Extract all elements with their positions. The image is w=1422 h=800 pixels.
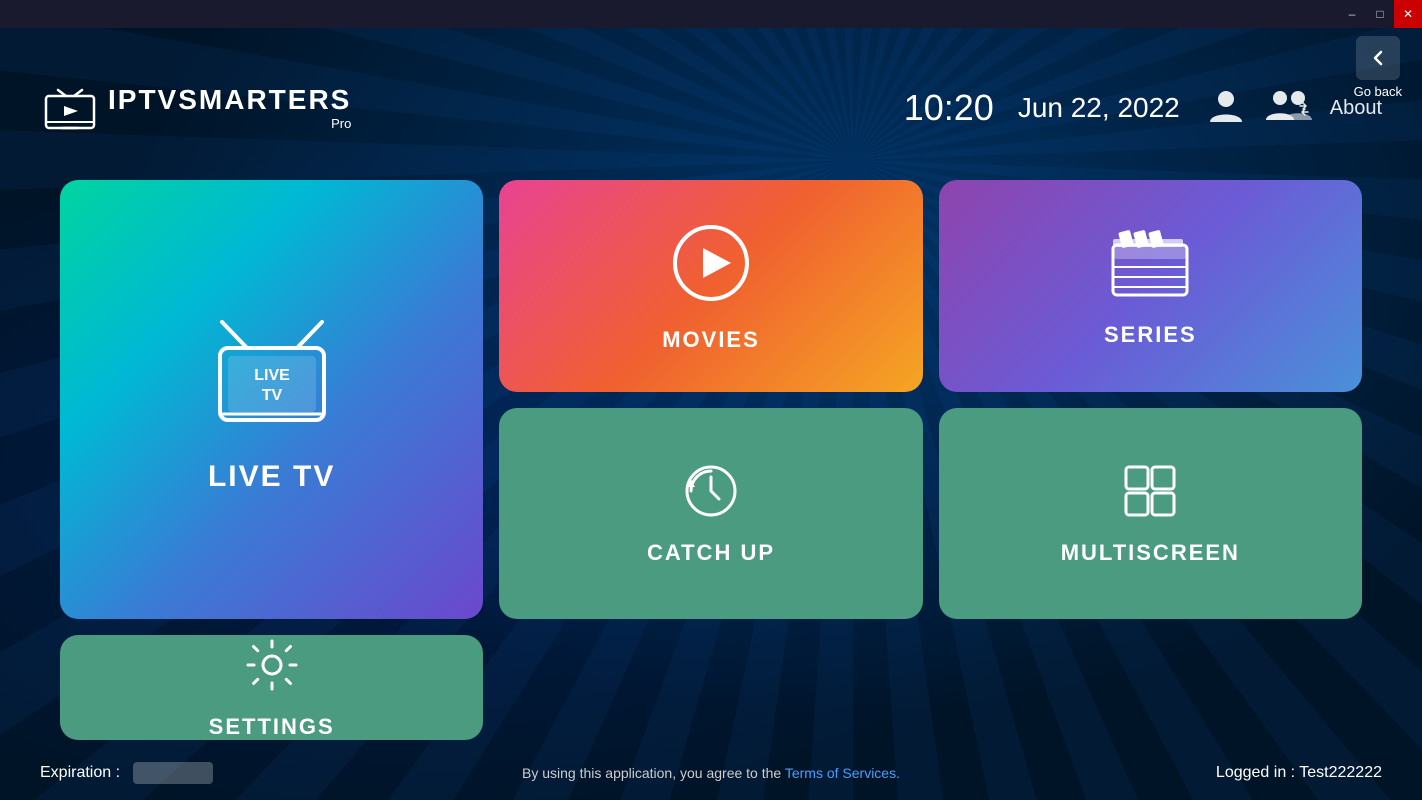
terms-text: By using this application, you agree to … <box>522 765 785 781</box>
movies-card[interactable]: MOVIES <box>499 180 922 392</box>
catch-up-label: CATCH UP <box>647 540 775 566</box>
minimize-button[interactable]: – <box>1338 0 1366 28</box>
expiration-label: Expiration : <box>40 764 120 781</box>
live-tv-label: LIVE TV <box>208 460 335 494</box>
movies-label: MOVIES <box>662 327 760 353</box>
about-button[interactable]: About <box>1330 97 1382 120</box>
settings-label: SETTINGS <box>209 714 335 740</box>
footer-terms: By using this application, you agree to … <box>522 765 900 781</box>
logo-iptv: IPTV <box>108 86 178 114</box>
catch-up-card[interactable]: CATCH UP <box>499 408 922 620</box>
logo-smarters: SMARTERS <box>178 86 351 114</box>
svg-text:TV: TV <box>261 387 282 404</box>
header: IPTV SMARTERS Pro 10:20 Jun 22, 2022 <box>0 28 1422 188</box>
time-display: 10:20 <box>904 87 994 129</box>
header-icons: About <box>1204 84 1382 133</box>
series-label: SERIES <box>1104 322 1197 348</box>
series-icon <box>1105 223 1195 308</box>
logo-area: IPTV SMARTERS Pro <box>40 78 351 138</box>
logo-pro: Pro <box>108 116 351 131</box>
switch-user-icon-button[interactable] <box>1264 84 1314 133</box>
multiscreen-label: MULTISCREEN <box>1061 540 1240 566</box>
series-card[interactable]: SERIES <box>939 180 1362 392</box>
catch-up-icon <box>681 461 741 526</box>
logo-text: IPTV SMARTERS Pro <box>108 86 351 131</box>
user-icon-button[interactable] <box>1204 84 1248 133</box>
close-button[interactable]: ✕ <box>1394 0 1422 28</box>
logged-in-text: Logged in : Test222222 <box>1216 764 1382 782</box>
title-bar: – □ ✕ <box>0 0 1422 28</box>
header-right: 10:20 Jun 22, 2022 <box>904 84 1382 133</box>
date-display: Jun 22, 2022 <box>1018 92 1180 124</box>
logo-icon <box>40 78 100 138</box>
expiration-area: Expiration : <box>40 762 213 784</box>
live-tv-card[interactable]: LIVE TV LIVE TV <box>60 180 483 619</box>
svg-text:LIVE: LIVE <box>254 367 290 384</box>
movies-icon <box>666 218 756 313</box>
terms-link[interactable]: Terms of Services. <box>785 765 900 781</box>
settings-icon <box>242 635 302 700</box>
live-tv-icon: LIVE TV <box>192 306 352 446</box>
settings-card[interactable]: SETTINGS <box>60 635 483 740</box>
footer: Expiration : By using this application, … <box>0 745 1422 800</box>
expiration-value <box>133 762 213 784</box>
maximize-button[interactable]: □ <box>1366 0 1394 28</box>
main-content: LIVE TV LIVE TV MOVIES <box>60 180 1362 740</box>
multiscreen-card[interactable]: MULTISCREEN <box>939 408 1362 620</box>
multiscreen-icon <box>1120 461 1180 526</box>
